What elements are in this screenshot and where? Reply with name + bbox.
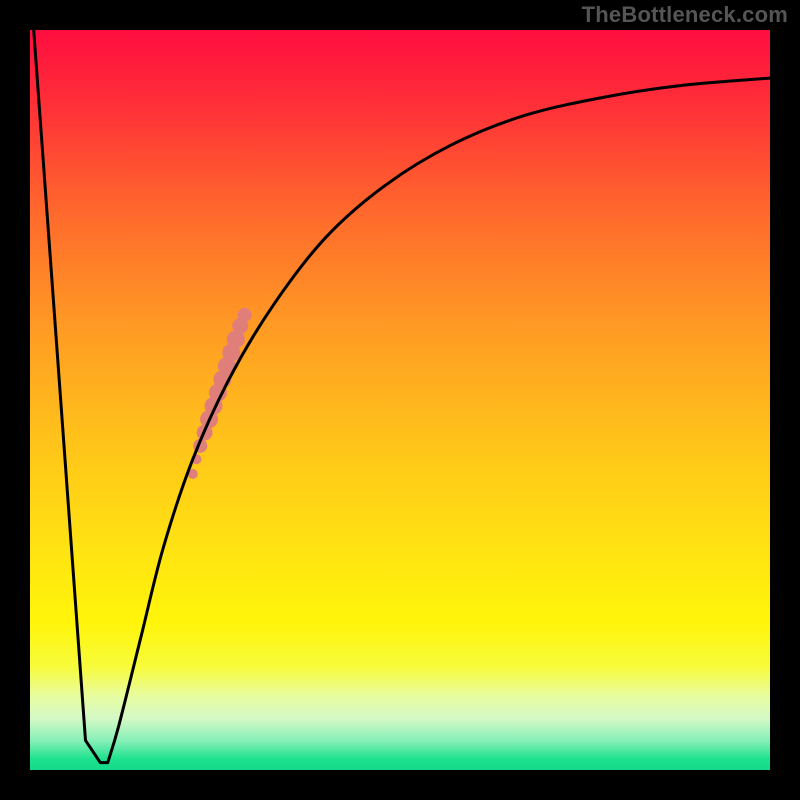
gradient-background [30,30,770,770]
plot-area [30,30,770,770]
watermark-text: TheBottleneck.com [582,2,788,28]
chart-svg [30,30,770,770]
chart-container: TheBottleneck.com [0,0,800,800]
highlight-dot [238,308,252,322]
